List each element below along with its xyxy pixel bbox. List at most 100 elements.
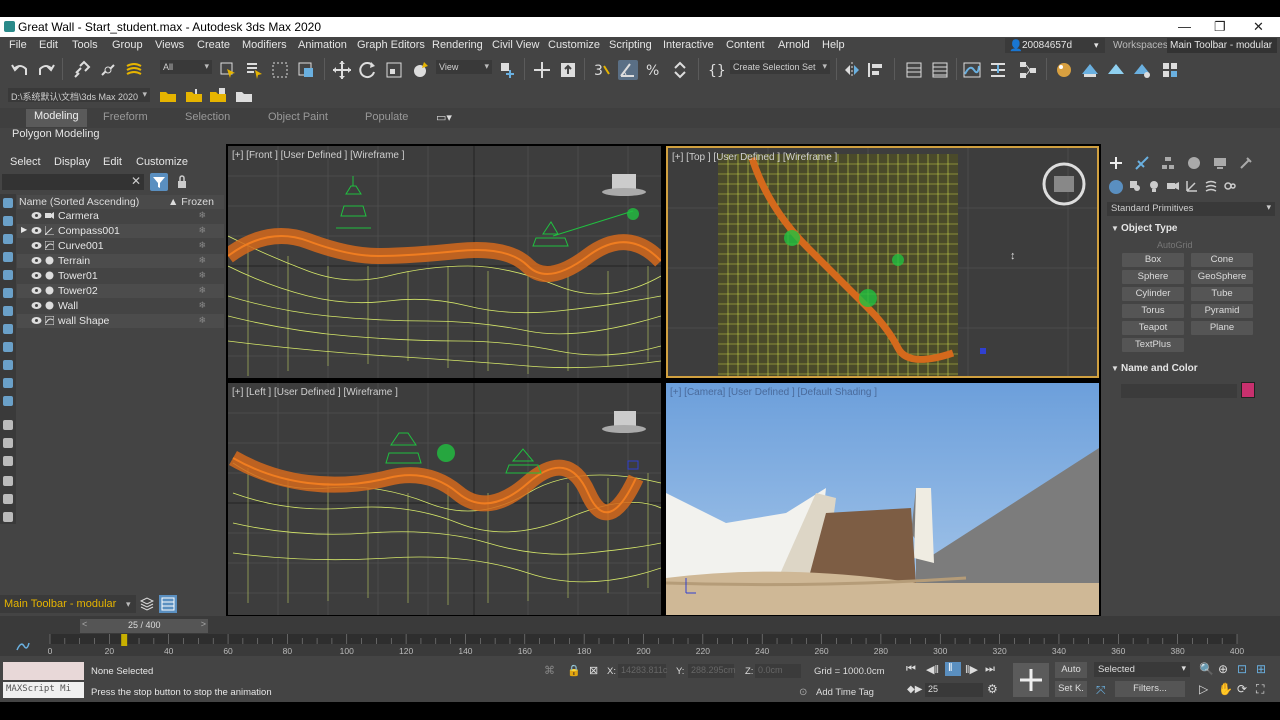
create-tab-icon[interactable] — [1109, 156, 1123, 170]
y-coordinate-field[interactable]: 288.295cm — [688, 664, 736, 678]
menu-file[interactable]: File — [9, 39, 27, 51]
display-geometry-icon[interactable] — [3, 216, 13, 226]
dope-sheet-icon[interactable] — [988, 60, 1008, 80]
time-configuration-icon[interactable]: ⚙ — [987, 682, 998, 696]
viewport-label-top[interactable]: [+] [Top ] [User Defined ] [Wireframe ] — [672, 152, 837, 163]
list-item[interactable]: Terrain ❄ — [17, 254, 224, 268]
scene-menu-display[interactable]: Display — [54, 156, 90, 168]
tab-selection[interactable]: Selection — [185, 111, 230, 123]
tube-button[interactable]: Tube — [1191, 287, 1253, 301]
freeze-icon[interactable]: ❄ — [198, 255, 206, 266]
geosphere-button[interactable]: GeoSphere — [1191, 270, 1253, 284]
key-filter-dropdown[interactable]: Selected ▾ — [1094, 662, 1190, 677]
cone-button[interactable]: Cone — [1191, 253, 1253, 267]
tab-populate[interactable]: Populate — [365, 111, 408, 123]
scene-search-input[interactable] — [2, 174, 144, 190]
geometry-category-icon[interactable] — [1109, 180, 1123, 194]
edit-named-selection-icon[interactable]: {} — [706, 60, 726, 80]
menu-graph-editors[interactable]: Graph Editors — [357, 39, 425, 51]
menu-scripting[interactable]: Scripting — [609, 39, 652, 51]
visibility-eye-icon[interactable] — [31, 256, 42, 265]
workspace-selector[interactable]: Workspaces: Main Toolbar - modular — [1110, 38, 1280, 53]
column-name[interactable]: Name (Sorted Ascending) — [19, 196, 139, 208]
autogrid-checkbox[interactable]: AutoGrid — [1157, 240, 1193, 250]
display-shapes-icon[interactable] — [3, 234, 13, 244]
display-containers-icon[interactable] — [3, 378, 13, 388]
scale-icon[interactable] — [384, 60, 404, 80]
display-bones-icon[interactable] — [3, 360, 13, 370]
selection-lock-icon[interactable]: 🔒 — [567, 664, 581, 677]
collapse-arrow-icon[interactable]: ▼ — [1111, 364, 1119, 373]
schematic-view-icon[interactable] — [1018, 60, 1038, 80]
menu-civil-view[interactable]: Civil View — [492, 39, 539, 51]
angle-snap-icon[interactable] — [618, 60, 638, 80]
visibility-eye-icon[interactable] — [31, 301, 42, 310]
pan-view-icon[interactable]: ✋ — [1218, 682, 1233, 696]
ribbon-options-icon[interactable]: ▭▾ — [436, 111, 452, 124]
menu-create[interactable]: Create — [197, 39, 230, 51]
time-slider[interactable]: < 25 / 400 > — [80, 619, 208, 633]
modify-tab-icon[interactable] — [1135, 156, 1149, 170]
helpers-category-icon[interactable] — [1186, 180, 1198, 192]
select-by-name-icon[interactable] — [244, 60, 264, 80]
cylinder-button[interactable]: Cylinder — [1122, 287, 1184, 301]
reference-coordinate-dropdown[interactable]: View — [436, 60, 492, 74]
bind-space-warp-icon[interactable] — [124, 60, 144, 80]
curve-editor-icon[interactable] — [962, 60, 982, 80]
project-settings-icon[interactable] — [234, 86, 254, 106]
box-button[interactable]: Box — [1122, 253, 1184, 267]
link-icon[interactable] — [72, 60, 92, 80]
percent-snap-icon[interactable]: % — [644, 60, 664, 80]
unlink-icon[interactable] — [98, 60, 118, 80]
set-key-button[interactable]: Set K. — [1055, 681, 1087, 697]
display-groups-icon[interactable] — [3, 324, 13, 334]
teapot-button[interactable]: Teapot — [1122, 321, 1184, 335]
shapes-category-icon[interactable] — [1129, 180, 1141, 192]
menu-animation[interactable]: Animation — [298, 39, 347, 51]
open-folder-icon[interactable] — [184, 86, 204, 106]
maxscript-mini-listener[interactable]: MAXScript Mi — [3, 682, 84, 698]
scene-menu-edit[interactable]: Edit — [103, 156, 122, 168]
layer-explorer-icon[interactable] — [930, 60, 950, 80]
selection-filter-dropdown[interactable]: All — [160, 60, 212, 74]
collapse-arrow-icon[interactable]: ▼ — [1111, 224, 1119, 233]
redo-icon[interactable] — [36, 60, 56, 80]
menu-tools[interactable]: Tools — [72, 39, 98, 51]
menu-rendering[interactable]: Rendering — [432, 39, 483, 51]
systems-category-icon[interactable] — [1224, 180, 1236, 192]
filter-icon[interactable] — [150, 173, 168, 191]
menu-group[interactable]: Group — [112, 39, 143, 51]
scene-menu-select[interactable]: Select — [10, 156, 41, 168]
project-folder-icon[interactable] — [158, 86, 178, 106]
absolute-mode-icon[interactable]: ⊠ — [589, 664, 598, 677]
window-crossing-icon[interactable] — [296, 60, 316, 80]
menu-modifiers[interactable]: Modifiers — [242, 39, 287, 51]
hierarchy-tab-icon[interactable] — [1161, 156, 1175, 170]
menu-interactive[interactable]: Interactive — [663, 39, 714, 51]
rendered-frame-window-icon[interactable] — [1106, 60, 1126, 80]
freeze-icon[interactable]: ❄ — [198, 300, 206, 311]
zoom-extents-icon[interactable]: ⊡ — [1237, 662, 1247, 676]
rectangular-selection-icon[interactable] — [270, 60, 290, 80]
viewport-left[interactable]: [+] [Left ] [User Defined ] [Wireframe ] — [228, 383, 661, 615]
current-frame-marker[interactable] — [121, 634, 128, 646]
x-coordinate-field[interactable]: 14283.811c — [618, 664, 667, 678]
tab-modeling[interactable]: Modeling — [26, 109, 87, 127]
visibility-eye-icon[interactable] — [31, 241, 42, 250]
zoom-icon[interactable]: 🔍 — [1199, 662, 1214, 676]
z-coordinate-field[interactable]: 0.0cm — [755, 664, 801, 678]
field-of-view-icon[interactable]: ▷ — [1199, 682, 1208, 696]
list-item[interactable]: wall Shape ❄ — [17, 314, 224, 328]
maxscript-listener-input[interactable] — [3, 662, 84, 680]
sphere-button[interactable]: Sphere — [1122, 270, 1184, 284]
scene-explorer-icon[interactable] — [159, 595, 177, 613]
select-manipulate-icon[interactable] — [532, 60, 552, 80]
viewport-front[interactable]: [+] [Front ] [User Defined ] [Wireframe … — [228, 146, 661, 378]
layers-icon[interactable] — [139, 597, 155, 611]
viewport-label-camera[interactable]: [+] [Camera] [User Defined ] [Default Sh… — [670, 387, 877, 398]
workspace-value[interactable]: Main Toolbar - modular — [1167, 38, 1277, 53]
go-to-start-icon[interactable]: ⏮ — [906, 663, 916, 676]
toolbar-selector[interactable]: Main Toolbar - modular ▾ — [0, 595, 136, 613]
mirror-icon[interactable] — [842, 60, 862, 80]
menu-help[interactable]: Help — [822, 39, 845, 51]
